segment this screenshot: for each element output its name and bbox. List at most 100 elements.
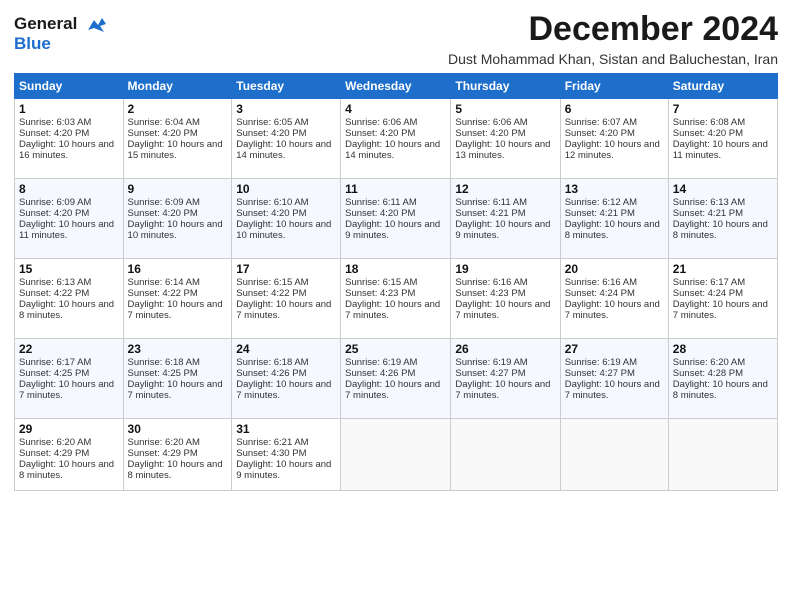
day-number: 30 bbox=[128, 422, 228, 436]
day-number: 7 bbox=[673, 102, 773, 116]
day-number: 24 bbox=[236, 342, 336, 356]
sunrise-text: Sunrise: 6:20 AM bbox=[128, 437, 200, 448]
calendar-cell: 25Sunrise: 6:19 AMSunset: 4:26 PMDayligh… bbox=[341, 339, 451, 419]
day-number: 22 bbox=[19, 342, 119, 356]
sunrise-text: Sunrise: 6:20 AM bbox=[673, 357, 745, 368]
daylight-text: Daylight: 10 hours and 13 minutes. bbox=[455, 139, 550, 161]
sunset-text: Sunset: 4:24 PM bbox=[673, 288, 743, 299]
day-number: 12 bbox=[455, 182, 555, 196]
sunrise-text: Sunrise: 6:05 AM bbox=[236, 117, 308, 128]
day-number: 29 bbox=[19, 422, 119, 436]
daylight-text: Daylight: 10 hours and 7 minutes. bbox=[345, 299, 440, 321]
calendar-cell: 2Sunrise: 6:04 AMSunset: 4:20 PMDaylight… bbox=[123, 99, 232, 179]
logo-line1: General bbox=[14, 14, 106, 34]
sunrise-text: Sunrise: 6:07 AM bbox=[565, 117, 637, 128]
daylight-text: Daylight: 10 hours and 16 minutes. bbox=[19, 139, 114, 161]
sunset-text: Sunset: 4:26 PM bbox=[236, 368, 306, 379]
sunrise-text: Sunrise: 6:08 AM bbox=[673, 117, 745, 128]
sunrise-text: Sunrise: 6:12 AM bbox=[565, 197, 637, 208]
sunset-text: Sunset: 4:29 PM bbox=[128, 448, 198, 459]
calendar-cell bbox=[668, 419, 777, 491]
calendar-cell: 13Sunrise: 6:12 AMSunset: 4:21 PMDayligh… bbox=[560, 179, 668, 259]
calendar-cell: 26Sunrise: 6:19 AMSunset: 4:27 PMDayligh… bbox=[451, 339, 560, 419]
sunset-text: Sunset: 4:28 PM bbox=[673, 368, 743, 379]
day-number: 4 bbox=[345, 102, 446, 116]
daylight-text: Daylight: 10 hours and 11 minutes. bbox=[19, 219, 114, 241]
calendar-cell: 4Sunrise: 6:06 AMSunset: 4:20 PMDaylight… bbox=[341, 99, 451, 179]
sunrise-text: Sunrise: 6:15 AM bbox=[236, 277, 308, 288]
sunrise-text: Sunrise: 6:03 AM bbox=[19, 117, 91, 128]
calendar-cell: 29Sunrise: 6:20 AMSunset: 4:29 PMDayligh… bbox=[15, 419, 124, 491]
sunset-text: Sunset: 4:30 PM bbox=[236, 448, 306, 459]
page: General Blue December 2024 Dust Mohammad… bbox=[0, 0, 792, 612]
header: General Blue December 2024 Dust Mohammad… bbox=[14, 10, 778, 67]
calendar-cell: 27Sunrise: 6:19 AMSunset: 4:27 PMDayligh… bbox=[560, 339, 668, 419]
calendar-table: Sunday Monday Tuesday Wednesday Thursday… bbox=[14, 73, 778, 491]
calendar-cell: 8Sunrise: 6:09 AMSunset: 4:20 PMDaylight… bbox=[15, 179, 124, 259]
calendar-cell: 19Sunrise: 6:16 AMSunset: 4:23 PMDayligh… bbox=[451, 259, 560, 339]
daylight-text: Daylight: 10 hours and 15 minutes. bbox=[128, 139, 223, 161]
sunset-text: Sunset: 4:27 PM bbox=[565, 368, 635, 379]
sunset-text: Sunset: 4:20 PM bbox=[19, 128, 89, 139]
calendar-cell: 14Sunrise: 6:13 AMSunset: 4:21 PMDayligh… bbox=[668, 179, 777, 259]
day-number: 28 bbox=[673, 342, 773, 356]
sunset-text: Sunset: 4:22 PM bbox=[128, 288, 198, 299]
daylight-text: Daylight: 10 hours and 12 minutes. bbox=[565, 139, 660, 161]
logo-bird-icon bbox=[84, 16, 106, 34]
sunrise-text: Sunrise: 6:06 AM bbox=[345, 117, 417, 128]
col-wednesday: Wednesday bbox=[341, 74, 451, 99]
day-number: 20 bbox=[565, 262, 664, 276]
col-friday: Friday bbox=[560, 74, 668, 99]
day-number: 5 bbox=[455, 102, 555, 116]
daylight-text: Daylight: 10 hours and 9 minutes. bbox=[345, 219, 440, 241]
sunset-text: Sunset: 4:25 PM bbox=[19, 368, 89, 379]
sunset-text: Sunset: 4:29 PM bbox=[19, 448, 89, 459]
sunrise-text: Sunrise: 6:19 AM bbox=[565, 357, 637, 368]
calendar-cell: 15Sunrise: 6:13 AMSunset: 4:22 PMDayligh… bbox=[15, 259, 124, 339]
daylight-text: Daylight: 10 hours and 7 minutes. bbox=[565, 379, 660, 401]
sunrise-text: Sunrise: 6:19 AM bbox=[455, 357, 527, 368]
sunset-text: Sunset: 4:26 PM bbox=[345, 368, 415, 379]
logo-line2: Blue bbox=[14, 34, 106, 54]
day-number: 18 bbox=[345, 262, 446, 276]
calendar-header-row: Sunday Monday Tuesday Wednesday Thursday… bbox=[15, 74, 778, 99]
sunrise-text: Sunrise: 6:18 AM bbox=[128, 357, 200, 368]
calendar-cell: 10Sunrise: 6:10 AMSunset: 4:20 PMDayligh… bbox=[232, 179, 341, 259]
day-number: 16 bbox=[128, 262, 228, 276]
calendar-cell: 17Sunrise: 6:15 AMSunset: 4:22 PMDayligh… bbox=[232, 259, 341, 339]
daylight-text: Daylight: 10 hours and 14 minutes. bbox=[345, 139, 440, 161]
col-saturday: Saturday bbox=[668, 74, 777, 99]
calendar-cell: 6Sunrise: 6:07 AMSunset: 4:20 PMDaylight… bbox=[560, 99, 668, 179]
month-title: December 2024 bbox=[448, 10, 778, 49]
sunset-text: Sunset: 4:20 PM bbox=[236, 208, 306, 219]
calendar-cell: 5Sunrise: 6:06 AMSunset: 4:20 PMDaylight… bbox=[451, 99, 560, 179]
day-number: 6 bbox=[565, 102, 664, 116]
daylight-text: Daylight: 10 hours and 7 minutes. bbox=[236, 379, 331, 401]
sunset-text: Sunset: 4:27 PM bbox=[455, 368, 525, 379]
calendar-cell: 18Sunrise: 6:15 AMSunset: 4:23 PMDayligh… bbox=[341, 259, 451, 339]
daylight-text: Daylight: 10 hours and 8 minutes. bbox=[565, 219, 660, 241]
sunset-text: Sunset: 4:20 PM bbox=[345, 208, 415, 219]
sunrise-text: Sunrise: 6:09 AM bbox=[19, 197, 91, 208]
day-number: 26 bbox=[455, 342, 555, 356]
calendar-cell: 24Sunrise: 6:18 AMSunset: 4:26 PMDayligh… bbox=[232, 339, 341, 419]
sunrise-text: Sunrise: 6:06 AM bbox=[455, 117, 527, 128]
sunrise-text: Sunrise: 6:13 AM bbox=[673, 197, 745, 208]
sunset-text: Sunset: 4:20 PM bbox=[19, 208, 89, 219]
calendar-cell: 21Sunrise: 6:17 AMSunset: 4:24 PMDayligh… bbox=[668, 259, 777, 339]
calendar-cell bbox=[451, 419, 560, 491]
calendar-cell: 23Sunrise: 6:18 AMSunset: 4:25 PMDayligh… bbox=[123, 339, 232, 419]
daylight-text: Daylight: 10 hours and 7 minutes. bbox=[128, 299, 223, 321]
subtitle: Dust Mohammad Khan, Sistan and Baluchest… bbox=[448, 51, 778, 67]
calendar-cell bbox=[341, 419, 451, 491]
calendar-cell: 9Sunrise: 6:09 AMSunset: 4:20 PMDaylight… bbox=[123, 179, 232, 259]
sunset-text: Sunset: 4:20 PM bbox=[345, 128, 415, 139]
day-number: 23 bbox=[128, 342, 228, 356]
day-number: 31 bbox=[236, 422, 336, 436]
daylight-text: Daylight: 10 hours and 7 minutes. bbox=[455, 379, 550, 401]
daylight-text: Daylight: 10 hours and 7 minutes. bbox=[345, 379, 440, 401]
daylight-text: Daylight: 10 hours and 7 minutes. bbox=[673, 299, 768, 321]
daylight-text: Daylight: 10 hours and 8 minutes. bbox=[673, 379, 768, 401]
sunrise-text: Sunrise: 6:11 AM bbox=[345, 197, 417, 208]
daylight-text: Daylight: 10 hours and 11 minutes. bbox=[673, 139, 768, 161]
